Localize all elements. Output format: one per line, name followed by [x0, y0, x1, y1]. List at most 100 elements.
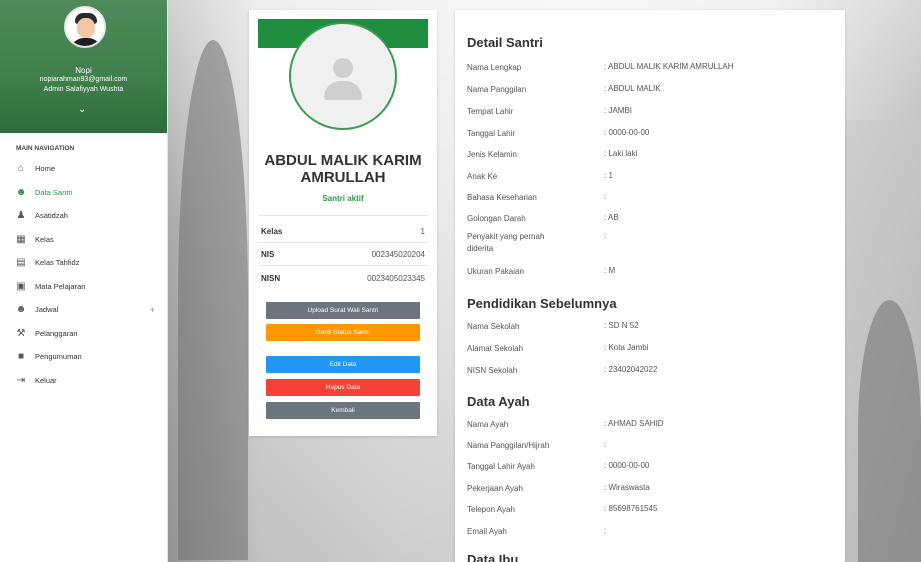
detail-value: :: [604, 231, 607, 240]
detail-label: Nama Ayah: [467, 420, 509, 429]
info-row-kelas: Kelas 1: [258, 221, 428, 243]
user-email: nopiarahman93@gmail.com: [39, 76, 128, 83]
student-name: ABDUL MALIK KARIM AMRULLAH: [264, 152, 422, 186]
detail-label: Nama Lengkap: [467, 63, 522, 72]
profile-photo-placeholder: [289, 22, 397, 130]
plus-icon[interactable]: +: [150, 305, 155, 315]
announcement-icon: ■: [17, 351, 25, 363]
book-icon: ▤: [16, 257, 26, 269]
sidebar-item-kelas[interactable]: ▦ Kelas: [0, 228, 167, 252]
sidebar-item-label: Kelas Tahfidz: [35, 258, 80, 268]
detail-label: NISN Sekolah: [467, 366, 518, 375]
detail-label: Pekerjaan Ayah: [467, 484, 523, 493]
section-title-pendidikan: Pendidikan Sebelumnya: [467, 296, 617, 311]
detail-value: : 0000-00-00: [604, 461, 650, 470]
sidebar-item-label: Home: [35, 164, 56, 174]
detail-value: : 23402042022: [604, 365, 658, 374]
kembali-button[interactable]: Kembali: [266, 402, 420, 419]
ganti-status-button[interactable]: Ganti Status Santri: [266, 324, 420, 341]
sidebar-item-data-santri[interactable]: ☻ Data Santri: [0, 181, 167, 205]
sidebar-item-label: Pelanggaran: [35, 328, 78, 338]
info-value: 002345020204: [371, 250, 425, 259]
detail-value: : 1: [604, 171, 613, 180]
detail-label: Bahasa Keseharian: [467, 193, 537, 202]
detail-value: : AB: [604, 213, 619, 222]
sidebar-item-label: Keluar: [35, 375, 57, 385]
sidebar-item-keluar[interactable]: ⇥ Keluar: [0, 369, 167, 393]
detail-label: Ukuran Pakaian: [467, 267, 524, 276]
sidebar-item-mata-pelajaran[interactable]: ▣ Mata Pelajaran: [0, 275, 167, 299]
detail-value: : ABDUL MALIK KARIM AMRULLAH: [604, 62, 734, 71]
file-icon: ▣: [16, 280, 26, 292]
detail-value: : SD N 52: [604, 321, 639, 330]
sidebar-item-label: Mata Pelajaran: [35, 281, 86, 291]
user-role: Admin Salafiyyah Wushta: [43, 86, 124, 93]
user-panel: Nopi nopiarahman93@gmail.com Admin Salaf…: [0, 0, 167, 133]
section-title-data-ibu: Data Ibu: [467, 552, 519, 562]
status-badge: Santri aktif: [322, 194, 364, 203]
sidebar-item-kelas-tahfidz[interactable]: ▤ Kelas Tahfidz: [0, 251, 167, 275]
sidebar-item-label: Kelas: [35, 234, 54, 244]
info-label: NISN: [261, 273, 281, 283]
detail-value: : AHMAD SAHID: [604, 419, 664, 428]
building-icon: ▦: [16, 233, 26, 245]
detail-label: Penyakit yang pernah diderita: [467, 232, 545, 253]
detail-value: :: [604, 192, 607, 201]
avatar: [64, 6, 106, 48]
info-label: NIS: [261, 250, 275, 259]
detail-card: Detail Santri Nama Lengkap : ABDUL MALIK …: [455, 10, 845, 562]
detail-label: Golongan Darah: [467, 214, 526, 223]
info-label: Kelas: [261, 227, 283, 236]
sidebar-item-pengumuman[interactable]: ■ Pengumuman: [0, 345, 167, 369]
home-icon: ⌂: [17, 163, 25, 175]
detail-label: Email Ayah: [467, 527, 507, 536]
detail-value: : JAMBI: [604, 106, 633, 115]
sidebar-item-label: Data Santri: [35, 187, 73, 197]
detail-label: Anak Ke: [467, 172, 498, 181]
users-icon: ☻: [15, 186, 27, 198]
sidebar-item-jadwal[interactable]: ☻ Jadwal +: [0, 298, 167, 322]
info-row-nis: NIS 002345020204: [258, 244, 428, 266]
user-icon: ♟: [16, 210, 26, 222]
detail-label: Nama Sekolah: [467, 322, 520, 331]
logout-icon: ⇥: [16, 374, 26, 386]
detail-value: :: [604, 440, 607, 449]
user-name: Nopi: [75, 66, 92, 75]
detail-value: : Kota Jambi: [604, 343, 649, 352]
detail-value: : Wiraswasta: [604, 483, 650, 492]
detail-value: : 85698761545: [604, 504, 658, 513]
users-icon: ☻: [15, 304, 27, 316]
section-title-detail-santri: Detail Santri: [467, 35, 543, 50]
gavel-icon: ⚒: [16, 327, 26, 339]
sidebar-item-asatidzah[interactable]: ♟ Asatidzah: [0, 204, 167, 228]
info-value: 1: [420, 227, 425, 236]
palm-silhouette: [178, 40, 248, 560]
upload-surat-button[interactable]: Upload Surat Wali Santri: [266, 302, 420, 319]
section-title-data-ayah: Data Ayah: [467, 394, 530, 409]
detail-value: : M: [604, 266, 616, 275]
detail-value: : ABDUL MALIK: [604, 84, 661, 93]
profile-card: ABDUL MALIK KARIM AMRULLAH Santri aktif …: [249, 10, 437, 436]
sidebar-item-pelanggaran[interactable]: ⚒ Pelanggaran: [0, 322, 167, 346]
detail-label: Tanggal Lahir: [467, 129, 516, 138]
chevron-down-icon[interactable]: ⌄: [78, 104, 86, 115]
detail-value: : 0000-00-00: [604, 128, 650, 137]
sidebar-item-label: Pengumuman: [35, 352, 82, 362]
nav-header: MAIN NAVIGATION: [16, 145, 75, 152]
divider: [258, 215, 428, 216]
detail-label: Tanggal Lahir Ayah: [467, 462, 535, 471]
hapus-data-button[interactable]: Hapus Data: [266, 379, 420, 396]
edit-data-button[interactable]: Edit Data: [266, 356, 420, 373]
sidebar-item-label: Jadwal: [35, 305, 59, 315]
sidebar-item-home[interactable]: ⌂ Home: [0, 157, 167, 181]
detail-label: Nama Panggilan/Hijrah: [467, 441, 550, 450]
detail-label: Nama Panggilan: [467, 85, 527, 94]
detail-label: Telepon Ayah: [467, 505, 515, 514]
detail-label: Alamat Sekolah: [467, 344, 524, 353]
info-row-nisn: NISN 0023405023345: [258, 267, 428, 289]
sidebar-item-label: Asatidzah: [35, 211, 68, 221]
palm-silhouette: [858, 300, 921, 562]
detail-value: : Laki laki: [604, 149, 638, 158]
info-value: 0023405023345: [367, 273, 425, 283]
detail-label: Tempat Lahir: [467, 107, 514, 116]
